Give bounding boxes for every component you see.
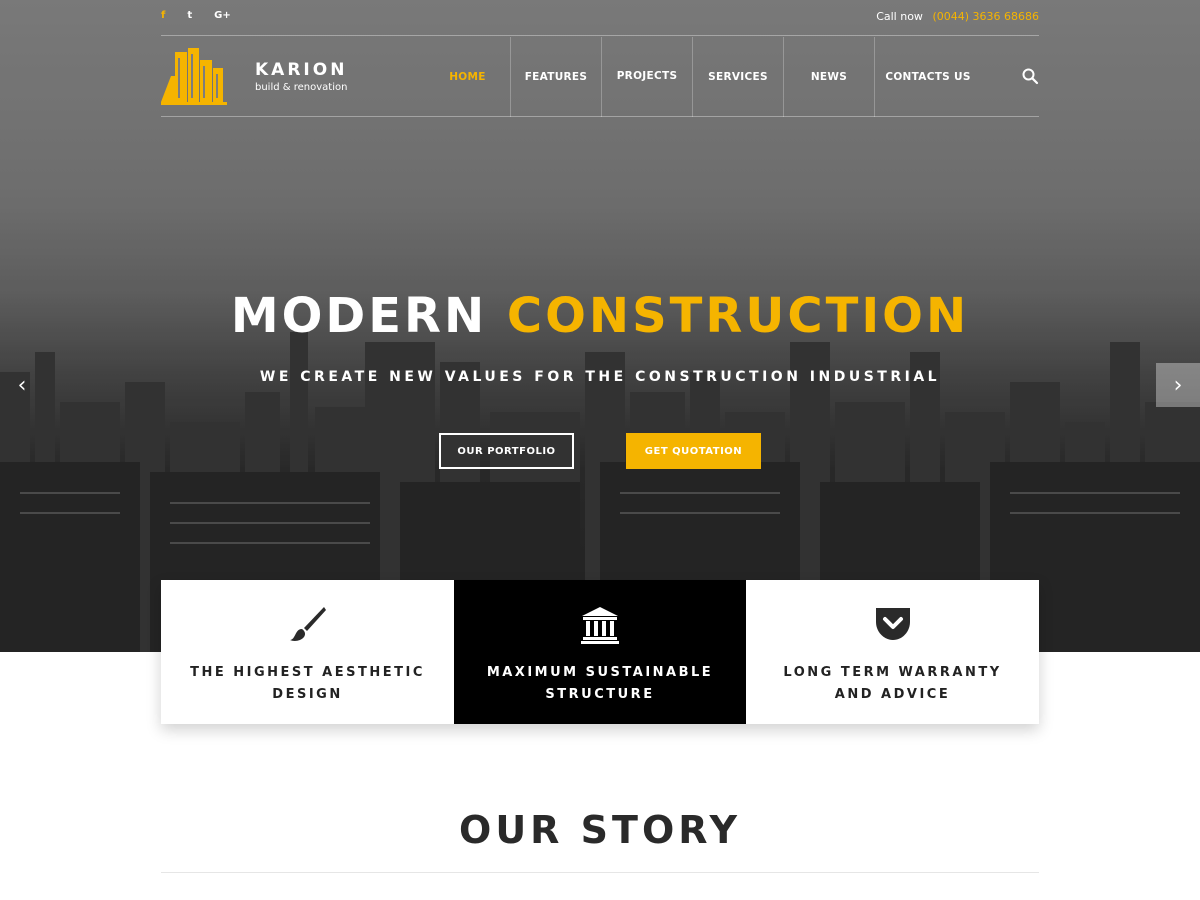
- feature-aesthetic-line1: THE HIGHEST AESTHETIC: [190, 665, 425, 680]
- call-now: Call now (0044) 3636 68686: [876, 10, 1039, 23]
- brand-name[interactable]: KARION: [255, 60, 347, 80]
- slider-prev-arrow-icon[interactable]: ‹: [0, 363, 44, 407]
- institution-icon: [581, 607, 619, 644]
- feature-boxes: THE HIGHEST AESTHETIC DESIGN MAXIMUM SUS…: [161, 580, 1039, 724]
- nav-contacts[interactable]: CONTACTS US: [875, 37, 981, 117]
- main-header: KARION build & renovation HOME FEATURES …: [161, 37, 1039, 117]
- pocket-icon: [875, 608, 910, 640]
- nav-news[interactable]: NEWS: [784, 37, 875, 117]
- nav-home[interactable]: HOME: [425, 37, 511, 117]
- feature-aesthetic-text: THE HIGHEST AESTHETIC DESIGN: [181, 662, 434, 706]
- section-divider: [161, 872, 1039, 873]
- social-links: f t G+: [161, 10, 231, 21]
- nav-projects[interactable]: PROJECTS: [602, 37, 693, 117]
- buildings-logo-icon[interactable]: [161, 46, 227, 106]
- get-quotation-button[interactable]: GET QUOTATION: [626, 433, 761, 469]
- hero-title-main: MODERN: [230, 288, 488, 344]
- feature-aesthetic-design[interactable]: THE HIGHEST AESTHETIC DESIGN: [161, 580, 454, 724]
- feature-sustainable-structure[interactable]: MAXIMUM SUSTAINABLE STRUCTURE: [454, 580, 746, 724]
- feature-warranty-text: LONG TERM WARRANTY AND ADVICE: [766, 662, 1019, 706]
- slider-next-arrow-icon[interactable]: ›: [1156, 363, 1200, 407]
- hero-slider: f t G+ Call now (0044) 3636 68686 KARION…: [0, 0, 1200, 652]
- paintbrush-icon: [289, 607, 326, 641]
- search-icon[interactable]: [1021, 67, 1039, 85]
- feature-warranty-advice[interactable]: LONG TERM WARRANTY AND ADVICE: [746, 580, 1039, 724]
- feature-sustainable-text: MAXIMUM SUSTAINABLE STRUCTURE: [474, 662, 726, 706]
- feature-aesthetic-line2: DESIGN: [272, 687, 343, 702]
- feature-warranty-line2: AND ADVICE: [834, 687, 951, 702]
- hero-subtitle: WE CREATE NEW VALUES FOR THE CONSTRUCTIO…: [259, 369, 941, 385]
- our-portfolio-button[interactable]: OUR PORTFOLIO: [439, 433, 574, 469]
- feature-sustainable-line2: STRUCTURE: [545, 687, 655, 702]
- hero-title: MODERN CONSTRUCTION: [0, 288, 1200, 344]
- hero-title-accent: CONSTRUCTION: [506, 288, 970, 344]
- facebook-icon[interactable]: f: [161, 10, 165, 21]
- phone-number[interactable]: (0044) 3636 68686: [932, 10, 1039, 23]
- brand-tagline: build & renovation: [255, 82, 348, 93]
- google-plus-icon[interactable]: G+: [214, 10, 231, 21]
- our-story-heading: OUR STORY: [459, 808, 741, 852]
- feature-warranty-line1: LONG TERM WARRANTY: [783, 665, 1002, 680]
- nav-services[interactable]: SERVICES: [693, 37, 784, 117]
- top-bar: f t G+ Call now (0044) 3636 68686: [161, 0, 1039, 36]
- nav-features[interactable]: FEATURES: [511, 37, 602, 117]
- twitter-icon[interactable]: t: [187, 10, 192, 21]
- main-nav: HOME FEATURES PROJECTS SERVICES NEWS CON…: [425, 37, 981, 117]
- call-now-label: Call now: [876, 10, 923, 23]
- feature-sustainable-line1: MAXIMUM SUSTAINABLE: [486, 665, 714, 680]
